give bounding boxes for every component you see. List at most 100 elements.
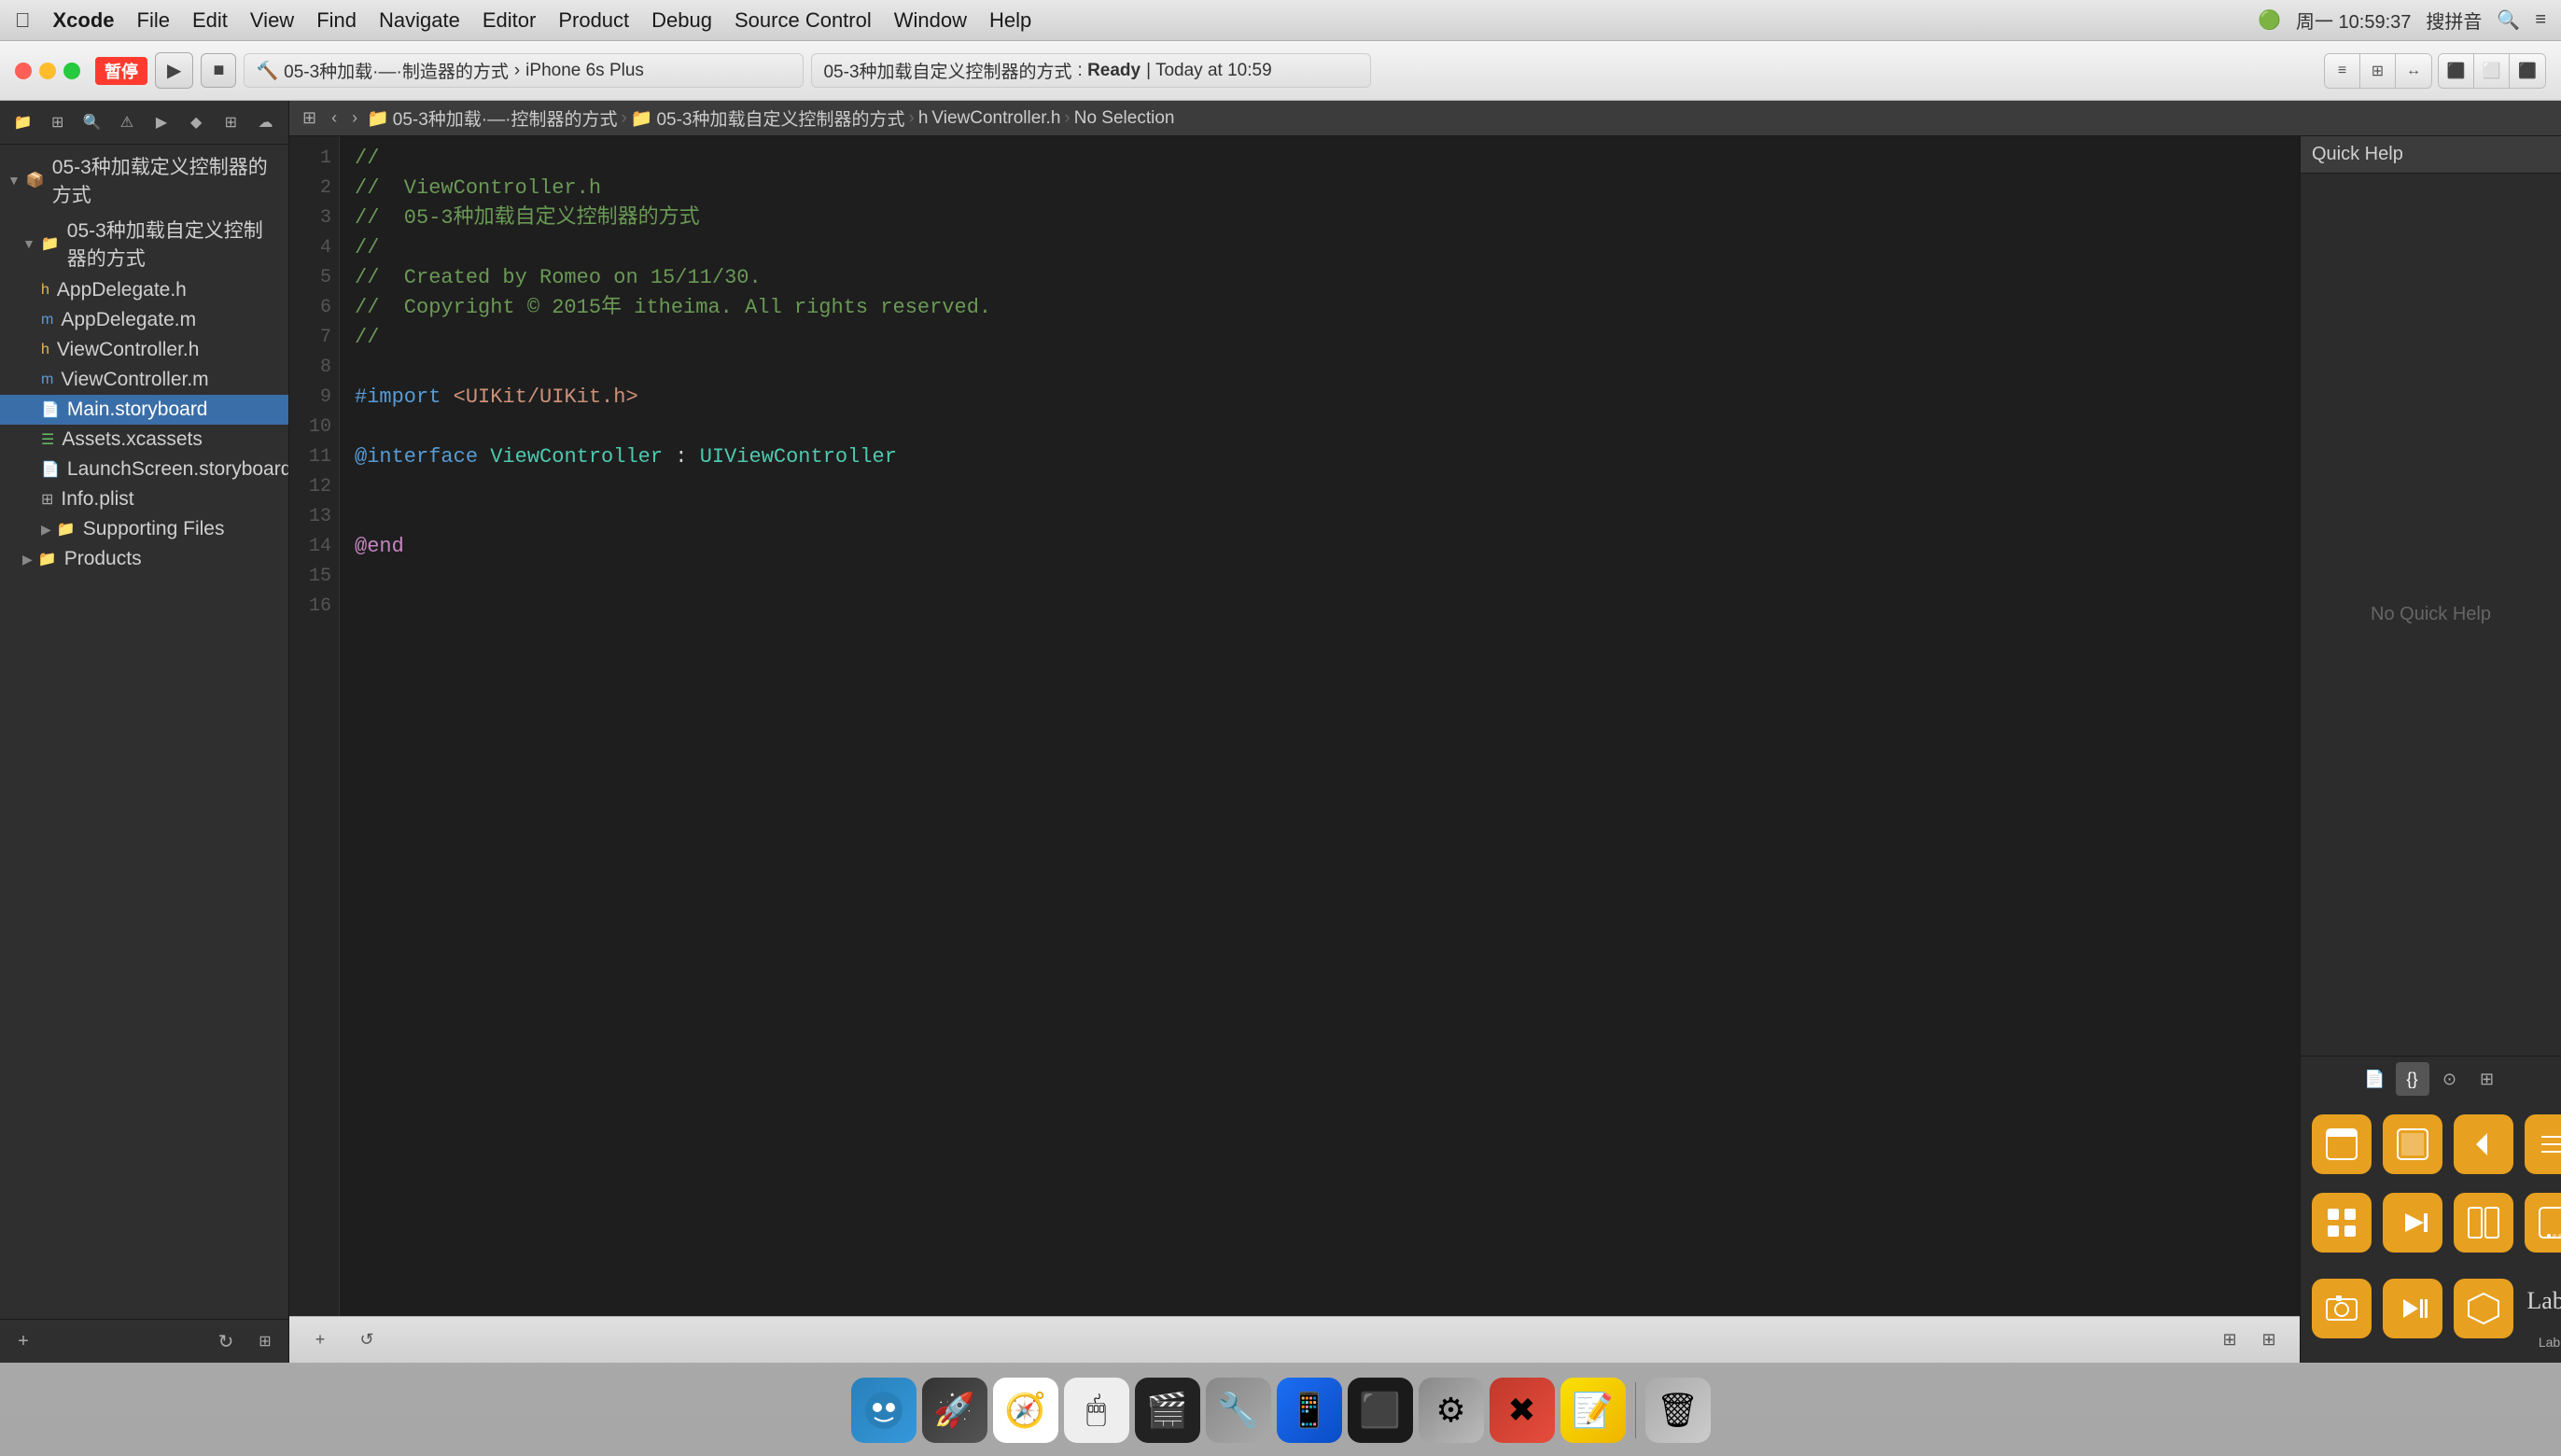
comp-view-controller[interactable] bbox=[2308, 1109, 2375, 1183]
comp-view-icon bbox=[2383, 1114, 2442, 1174]
file-launchscreen[interactable]: 📄 LaunchScreen.storyboard bbox=[0, 455, 288, 484]
menu-editor[interactable]: Editor bbox=[483, 8, 536, 33]
attributes-inspector-btn[interactable]: ⊞ bbox=[2470, 1062, 2504, 1096]
scheme-selector[interactable]: 🔨 05-3种加载·—·制造器的方式 › iPhone 6s Plus bbox=[244, 53, 804, 88]
menu-product[interactable]: Product bbox=[558, 8, 629, 33]
file-appdelegate-m[interactable]: m AppDelegate.m bbox=[0, 305, 288, 335]
zoom-button[interactable] bbox=[63, 63, 80, 79]
back-btn[interactable]: ‹ bbox=[326, 105, 343, 132]
dock-notes[interactable]: 📝 bbox=[1560, 1378, 1626, 1443]
minimize-button[interactable] bbox=[39, 63, 56, 79]
group-supporting-files[interactable]: ▶ 📁 Supporting Files bbox=[0, 514, 288, 544]
add-file-btn[interactable]: + bbox=[7, 1325, 39, 1357]
expand-arrow-3: ▶ bbox=[41, 522, 51, 538]
filter-btn[interactable]: ⊞ bbox=[249, 1325, 281, 1357]
report-nav-btn[interactable]: ☁ bbox=[250, 106, 281, 138]
code-line-1: // bbox=[355, 144, 2285, 174]
file-viewcontroller-h[interactable]: h ViewController.h bbox=[0, 335, 288, 365]
comp-split[interactable] bbox=[2450, 1187, 2517, 1262]
comp-label[interactable]: Label Label bbox=[2521, 1266, 2561, 1355]
run-button[interactable]: ▶ bbox=[155, 52, 193, 89]
history-btn[interactable]: ↺ bbox=[351, 1324, 383, 1356]
search-icon[interactable]: 🔍 bbox=[2497, 8, 2520, 32]
menu-source-control[interactable]: Source Control bbox=[735, 8, 872, 33]
test-nav-btn[interactable]: ▶ bbox=[147, 106, 177, 138]
stop-icon: ■ bbox=[213, 60, 224, 81]
forward-btn[interactable]: › bbox=[346, 105, 363, 132]
vcs-nav-btn[interactable]: ⊞ bbox=[42, 106, 73, 138]
dock-prefs[interactable]: ⚙ bbox=[1419, 1378, 1484, 1443]
apple-menu[interactable]:  bbox=[15, 8, 31, 33]
file-appdelegate-h[interactable]: h AppDelegate.h bbox=[0, 275, 288, 305]
file-inspector-btn[interactable]: 📄 bbox=[2358, 1062, 2392, 1096]
debug-toggle[interactable]: ⬜ bbox=[2474, 54, 2510, 88]
version-editor-btn[interactable]: ↔ bbox=[2396, 54, 2431, 88]
dock-mouse[interactable]: 🖱 bbox=[1064, 1378, 1129, 1443]
issues-nav-btn[interactable]: ⚠ bbox=[111, 106, 142, 138]
code-editor[interactable]: 1 2 3 4 5 6 7 8 9 10 11 12 13 bbox=[289, 136, 2300, 1316]
comp-camera[interactable] bbox=[2308, 1266, 2375, 1355]
dock-finder[interactable] bbox=[851, 1378, 917, 1443]
file-viewcontroller-m[interactable]: m ViewController.m bbox=[0, 365, 288, 395]
comp-split-icon bbox=[2454, 1193, 2513, 1253]
grid-btn[interactable]: ⊞ bbox=[2253, 1324, 2285, 1356]
identity-inspector-btn[interactable]: ⊙ bbox=[2433, 1062, 2467, 1096]
breakpoint-nav-btn[interactable]: ⊞ bbox=[216, 106, 246, 138]
debug-nav-btn[interactable]: ◆ bbox=[181, 106, 212, 138]
comp-media[interactable] bbox=[2379, 1187, 2446, 1262]
group-products[interactable]: ▶ 📁 Products bbox=[0, 544, 288, 574]
menu-help[interactable]: Help bbox=[989, 8, 1031, 33]
nav-path-2[interactable]: 05-3种加载自定义控制器的方式 bbox=[656, 105, 904, 131]
refresh-btn[interactable]: ↻ bbox=[210, 1325, 242, 1357]
menu-find[interactable]: Find bbox=[316, 8, 357, 33]
comp-collection[interactable] bbox=[2308, 1187, 2375, 1262]
navigator-toggle[interactable]: ⬛ bbox=[2439, 54, 2474, 88]
target-group[interactable]: ▼ 📁 05-3种加载自定义控制器的方式 bbox=[0, 212, 288, 275]
comp-page-icon bbox=[2525, 1193, 2561, 1253]
line-num-10: 10 bbox=[289, 413, 339, 442]
project-root[interactable]: ▼ 📦 05-3种加载定义控制器的方式 bbox=[0, 148, 288, 212]
menu-file[interactable]: File bbox=[137, 8, 170, 33]
file-infoplist[interactable]: ⊞ Info.plist bbox=[0, 484, 288, 514]
dock-safari[interactable]: 🧭 bbox=[993, 1378, 1058, 1443]
close-button[interactable] bbox=[15, 63, 32, 79]
quick-help-btn[interactable]: {} bbox=[2396, 1062, 2429, 1096]
comp-av[interactable] bbox=[2379, 1266, 2446, 1355]
assistant-editor-btn[interactable]: ⊞ bbox=[2360, 54, 2396, 88]
code-line-8 bbox=[355, 353, 2285, 383]
comp-page[interactable] bbox=[2521, 1187, 2561, 1262]
code-content[interactable]: // // ViewController.h // 05-3种加载自定义控制器的… bbox=[340, 136, 2300, 1316]
dock-app[interactable]: 📱 bbox=[1277, 1378, 1342, 1443]
dock-dvd[interactable]: 🎬 bbox=[1135, 1378, 1200, 1443]
comp-nav[interactable] bbox=[2450, 1109, 2517, 1183]
add-btn[interactable]: + bbox=[304, 1324, 336, 1356]
filter-btn[interactable]: ⊞ bbox=[2214, 1324, 2246, 1356]
code-btn[interactable]: ⊞ bbox=[297, 105, 322, 132]
file-assets[interactable]: ☰ Assets.xcassets bbox=[0, 425, 288, 455]
search-nav-btn[interactable]: 🔍 bbox=[77, 106, 107, 138]
dock-tools[interactable]: 🔧 bbox=[1206, 1378, 1271, 1443]
folder-nav-btn[interactable]: 📁 bbox=[7, 106, 38, 138]
standard-editor-btn[interactable]: ≡ bbox=[2325, 54, 2360, 88]
comp-glkit[interactable] bbox=[2450, 1266, 2517, 1355]
menu-view[interactable]: View bbox=[250, 8, 294, 33]
line-num-14: 14 bbox=[289, 532, 339, 562]
file-main-storyboard[interactable]: 📄 Main.storyboard bbox=[0, 395, 288, 425]
menu-debug[interactable]: Debug bbox=[651, 8, 712, 33]
comp-view[interactable] bbox=[2379, 1109, 2446, 1183]
menu-window[interactable]: Window bbox=[894, 8, 967, 33]
menu-xcode[interactable]: Xcode bbox=[53, 8, 115, 33]
dock-xmind[interactable]: ✖ bbox=[1490, 1378, 1555, 1443]
dock-launchpad[interactable]: 🚀 bbox=[922, 1378, 987, 1443]
nav-path-1[interactable]: 05-3种加载·—·控制器的方式 bbox=[393, 105, 618, 131]
comp-table[interactable] bbox=[2521, 1109, 2561, 1183]
utilities-toggle[interactable]: ⬛ bbox=[2510, 54, 2545, 88]
nav-folder-icon-2: 📁 bbox=[631, 107, 653, 130]
stop-button[interactable]: ■ bbox=[201, 53, 236, 88]
menu-edit[interactable]: Edit bbox=[192, 8, 228, 33]
dock-trash[interactable]: 🗑 bbox=[1645, 1378, 1711, 1443]
nav-path-3[interactable]: ViewController.h bbox=[931, 108, 1060, 129]
file-label: ViewController.m bbox=[61, 369, 208, 391]
menu-navigate[interactable]: Navigate bbox=[379, 8, 460, 33]
dock-terminal[interactable]: ⬛ bbox=[1348, 1378, 1413, 1443]
